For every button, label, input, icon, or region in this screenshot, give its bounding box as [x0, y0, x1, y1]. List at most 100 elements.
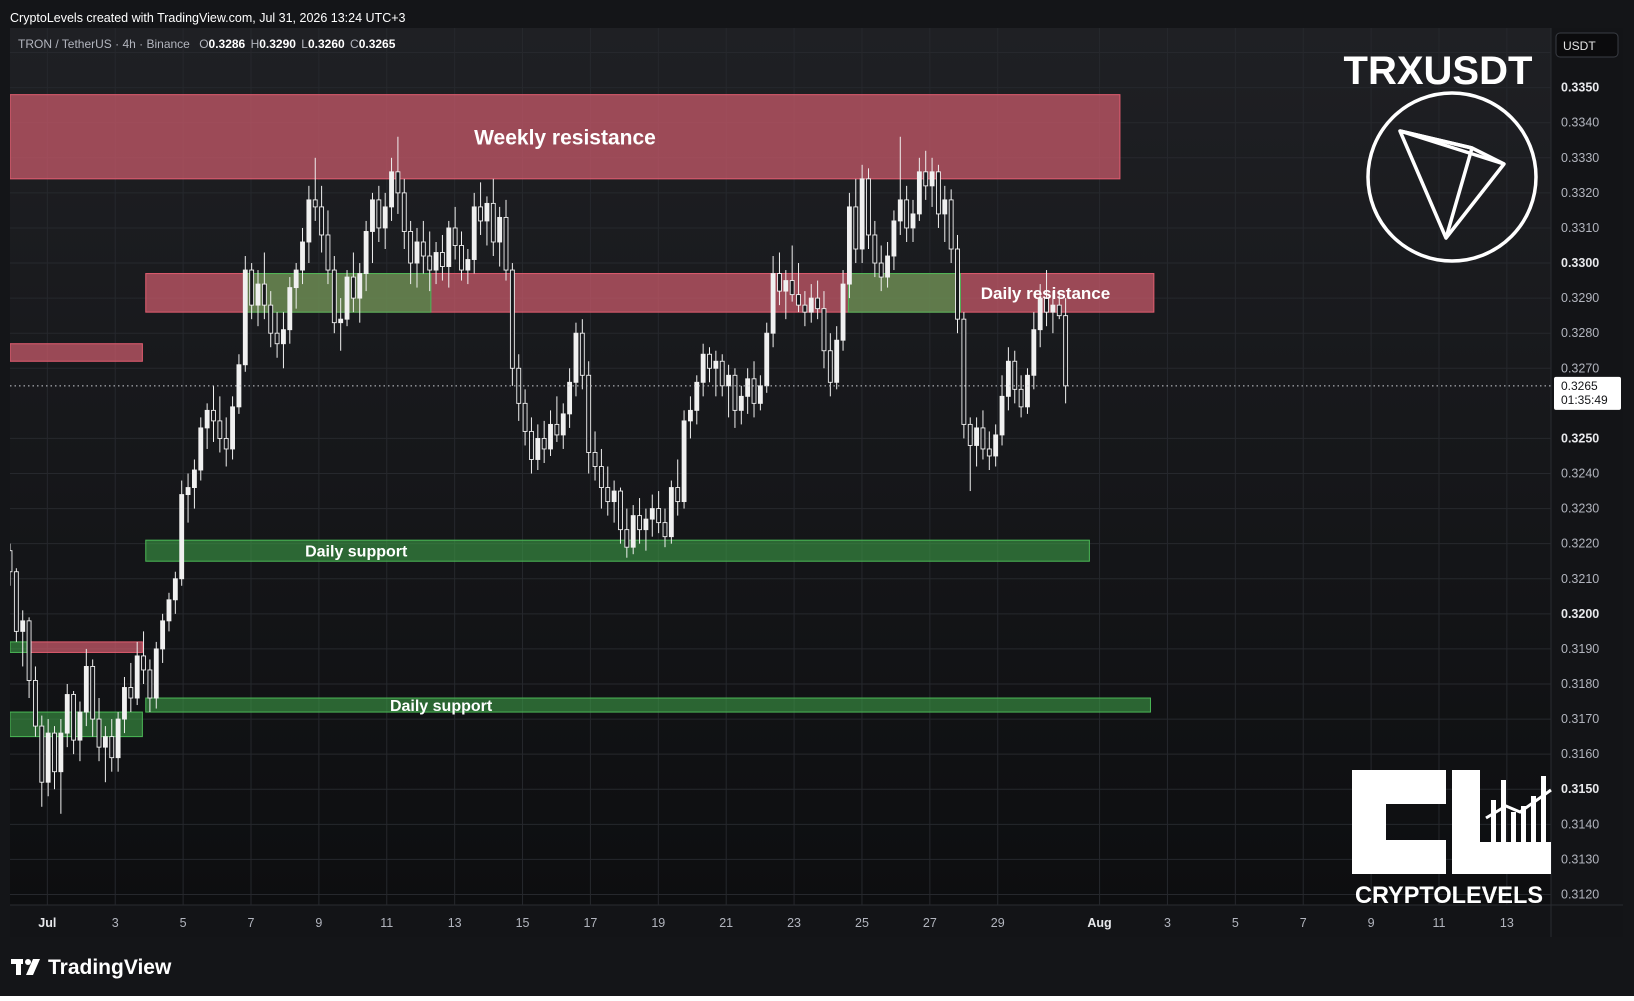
price-tick-label: 0.3120 [1561, 887, 1599, 901]
candle-body [789, 280, 795, 296]
time-tick-label: 11 [1432, 916, 1445, 930]
candle-body [281, 329, 286, 345]
candle-body [605, 487, 611, 503]
candle-body [586, 374, 592, 453]
candle-body [974, 427, 980, 446]
trading-chart[interactable]: Weekly resistance Daily resistance Daily s… [0, 0, 1634, 996]
candle-body [955, 248, 960, 320]
candle-body [166, 599, 172, 622]
candle-body [891, 220, 897, 257]
candle-body [535, 437, 541, 460]
price-tick-label: 0.3300 [1561, 256, 1599, 270]
candle-body [541, 437, 547, 450]
candle-body [675, 487, 681, 503]
candle-body [1012, 360, 1018, 390]
price-tick-label: 0.3310 [1561, 221, 1599, 235]
candle-body [681, 420, 687, 503]
candle-body [694, 381, 700, 411]
candle-body [83, 666, 89, 713]
candle-body [751, 378, 757, 404]
candle-body [484, 202, 490, 222]
candle-body [465, 259, 471, 271]
time-tick-label: 19 [651, 916, 665, 930]
candle-body [115, 718, 121, 759]
resistance-zone [26, 641, 143, 653]
candle-body [77, 711, 83, 741]
candle-body [904, 199, 910, 229]
candle-body [249, 269, 255, 306]
support-zone [847, 273, 961, 313]
time-tick-label: 25 [855, 916, 869, 930]
price-tick-label: 0.3170 [1561, 712, 1599, 726]
candle-body [840, 283, 846, 341]
candle-body [821, 308, 827, 352]
time-tick-label: 27 [923, 916, 937, 930]
candle-body [325, 234, 331, 271]
time-tick-label: 23 [787, 916, 801, 930]
candle-body [777, 273, 782, 292]
candle-body [1031, 329, 1037, 376]
candle-body [490, 202, 496, 243]
ohlc-close-key: C [350, 37, 359, 51]
candle-body [160, 620, 166, 650]
candle-body [39, 725, 45, 783]
candle-body [961, 318, 967, 425]
candle-body [942, 199, 948, 215]
time-tick-label: Aug [1087, 916, 1111, 930]
candle-body [611, 490, 617, 503]
candle-body [866, 178, 871, 236]
candle-body [980, 427, 986, 450]
candle-body [999, 395, 1005, 436]
price-tick-label: 0.3270 [1561, 361, 1599, 375]
candle-countdown: 01:35:49 [1561, 393, 1608, 407]
ohlc-high-value: 0.3290 [259, 37, 296, 51]
candle-body [923, 171, 929, 187]
time-tick-label: 5 [180, 916, 187, 930]
candle-body [45, 732, 51, 783]
candle-body [815, 297, 821, 310]
time-tick-label: 11 [380, 916, 393, 930]
candle-body [179, 494, 185, 580]
symbol-name: TRON / TetherUS · 4h · Binance [18, 37, 190, 51]
candle-body [306, 199, 312, 243]
candle-body [726, 374, 732, 387]
price-tick-label: 0.3180 [1561, 677, 1599, 691]
candle-body [147, 669, 153, 699]
candle-body [846, 206, 852, 285]
time-tick-label: 17 [583, 916, 597, 930]
candle-body [967, 423, 973, 446]
candle-body [376, 199, 382, 229]
currency-button[interactable]: USDT [1555, 32, 1619, 58]
candle-body [293, 269, 299, 289]
ohlc-low-value: 0.3260 [308, 37, 345, 51]
resistance-zone-label: Daily resistance [981, 284, 1110, 303]
time-tick-label: 5 [1232, 916, 1239, 930]
candle-body [52, 732, 57, 773]
candle-body [128, 687, 134, 699]
candle-body [172, 578, 178, 601]
candle-body [319, 206, 325, 236]
currency-label: USDT [1563, 39, 1596, 53]
candle-body [350, 276, 356, 299]
price-tick-label: 0.3330 [1561, 151, 1599, 165]
candle-body [993, 434, 999, 457]
time-tick-label: 21 [719, 916, 733, 930]
time-tick-label: 13 [1500, 916, 1514, 930]
candle-body [217, 420, 223, 439]
time-tick-label: 9 [1368, 916, 1375, 930]
candle-body [58, 732, 64, 773]
candle-body [853, 206, 859, 250]
candle-body [389, 171, 394, 208]
candle-body [509, 269, 515, 369]
candle-body [522, 402, 528, 432]
candle-body [662, 522, 668, 538]
candle-body [859, 178, 865, 250]
candle-body [408, 231, 414, 264]
candle-body [331, 269, 337, 324]
time-tick-label: 7 [248, 916, 255, 930]
candle-body [916, 171, 922, 215]
candle-body [357, 273, 363, 299]
price-tick-label: 0.3280 [1561, 326, 1599, 340]
candle-body [878, 262, 884, 278]
candle-body [427, 255, 433, 271]
